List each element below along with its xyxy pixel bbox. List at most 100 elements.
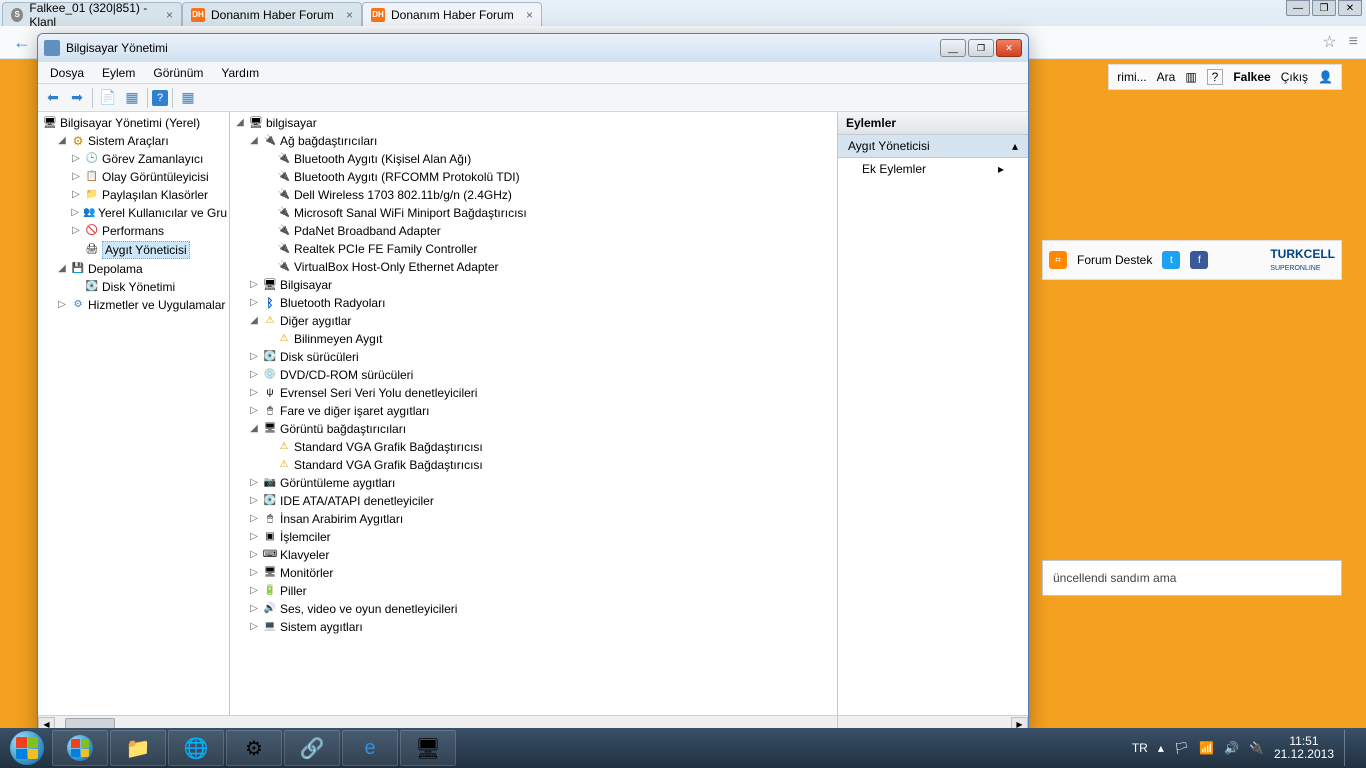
browser-tab-active[interactable]: DH Donanım Haber Forum × (362, 2, 542, 26)
menu-view[interactable]: Görünüm (145, 64, 211, 82)
profile-icon[interactable]: 👤 (1318, 70, 1333, 84)
tree-services[interactable]: ▷Hizmetler ve Uygulamalar (40, 296, 227, 314)
browser-tab[interactable]: S Falkee_01 (320|851) - Klanl × (2, 2, 182, 26)
category-batteries[interactable]: ▷Piller (232, 582, 835, 600)
expand-icon[interactable]: ▷ (248, 493, 260, 509)
mmc-left-tree[interactable]: Bilgisayar Yönetimi (Yerel) ◢Sistem Araç… (38, 112, 230, 732)
expand-icon[interactable]: ▷ (70, 151, 82, 167)
device-item[interactable]: VirtualBox Host-Only Ethernet Adapter (232, 258, 835, 276)
power-icon[interactable]: 🔌 (1249, 741, 1264, 755)
tree-storage[interactable]: ◢Depolama (40, 260, 227, 278)
menu-help[interactable]: Yardım (213, 64, 267, 82)
logout-link[interactable]: Çıkış (1281, 70, 1308, 84)
back-button[interactable]: ← (8, 28, 36, 56)
network-icon[interactable]: 📶 (1199, 741, 1214, 755)
category-bluetooth[interactable]: ▷Bluetooth Radyoları (232, 294, 835, 312)
twitter-icon[interactable]: t (1162, 251, 1180, 269)
expand-icon[interactable]: ▷ (70, 187, 82, 203)
device-item[interactable]: PdaNet Broadband Adapter (232, 222, 835, 240)
expand-icon[interactable]: ▷ (70, 205, 80, 221)
username[interactable]: Falkee (1233, 70, 1270, 84)
show-desktop-button[interactable] (1344, 730, 1354, 766)
rss-icon[interactable]: ⌗ (1049, 251, 1067, 269)
close-button[interactable]: ✕ (1338, 0, 1362, 16)
category-sound[interactable]: ▷Ses, video ve oyun denetleyicileri (232, 600, 835, 618)
category-usb[interactable]: ▷Evrensel Seri Veri Yolu denetleyicileri (232, 384, 835, 402)
expand-icon[interactable]: ▷ (248, 565, 260, 581)
collapse-icon[interactable]: ◢ (234, 115, 246, 131)
tree-item[interactable]: ▷Yerel Kullanıcılar ve Gru (40, 204, 227, 222)
tree-item[interactable]: ▷Görev Zamanlayıcı (40, 150, 227, 168)
category-monitors[interactable]: ▷Monitörler (232, 564, 835, 582)
category-processors[interactable]: ▷İşlemciler (232, 528, 835, 546)
back-button[interactable]: ⬅ (42, 87, 64, 109)
expand-icon[interactable]: ▷ (248, 583, 260, 599)
minimize-button[interactable]: __ (940, 39, 966, 57)
device-root[interactable]: ◢bilgisayar (232, 114, 835, 132)
collapse-icon[interactable]: ◢ (56, 261, 68, 277)
show-hide-tree-icon[interactable]: ▦ (121, 87, 143, 109)
browser-tab[interactable]: DH Donanım Haber Forum × (182, 2, 362, 26)
expand-icon[interactable]: ▷ (248, 277, 260, 293)
expand-icon[interactable]: ▷ (248, 601, 260, 617)
device-item[interactable]: Standard VGA Grafik Bağdaştırıcısı (232, 456, 835, 474)
taskbar-dell[interactable]: ⚙ (226, 730, 282, 766)
expand-icon[interactable]: ▷ (248, 403, 260, 419)
taskbar-computer-mgmt[interactable]: 🖥 (400, 730, 456, 766)
forum-support-link[interactable]: Forum Destek (1077, 253, 1152, 267)
search-link[interactable]: Ara (1157, 70, 1176, 84)
expand-icon[interactable]: ▷ (70, 223, 82, 239)
device-item[interactable]: Microsoft Sanal WiFi Miniport Bağdaştırı… (232, 204, 835, 222)
collapse-icon[interactable]: ◢ (248, 313, 260, 329)
category-hid[interactable]: ▷İnsan Arabirim Aygıtları (232, 510, 835, 528)
close-button[interactable]: ✕ (996, 39, 1022, 57)
category-imaging[interactable]: ▷Görüntüleme aygıtları (232, 474, 835, 492)
bookmark-icon[interactable]: ☆ (1322, 32, 1336, 52)
facebook-icon[interactable]: f (1190, 251, 1208, 269)
tree-item[interactable]: ▷Paylaşılan Klasörler (40, 186, 227, 204)
mmc-titlebar[interactable]: Bilgisayar Yönetimi __ ❐ ✕ (38, 34, 1028, 62)
taskbar-app[interactable] (52, 730, 108, 766)
tray-chevron-icon[interactable]: ▴ (1158, 741, 1164, 755)
category-system[interactable]: ▷Sistem aygıtları (232, 618, 835, 636)
chevron-up-icon[interactable]: ▴ (1012, 139, 1018, 153)
category-dvd[interactable]: ▷DVD/CD-ROM sürücüleri (232, 366, 835, 384)
tree-item[interactable]: Disk Yönetimi (40, 278, 227, 296)
properties-icon[interactable]: 📄 (97, 87, 119, 109)
device-tree[interactable]: ◢bilgisayar ◢Ağ bağdaştırıcıları Bluetoo… (230, 112, 838, 732)
tree-item[interactable]: ▷Performans (40, 222, 227, 240)
refresh-icon[interactable]: ▦ (177, 87, 199, 109)
expand-icon[interactable]: ▷ (248, 475, 260, 491)
taskbar-chrome[interactable]: 🌐 (168, 730, 224, 766)
device-item[interactable]: Dell Wireless 1703 802.11b/g/n (2.4GHz) (232, 186, 835, 204)
tree-system-tools[interactable]: ◢Sistem Araçları (40, 132, 227, 150)
device-unknown[interactable]: Bilinmeyen Aygıt (232, 330, 835, 348)
tree-root[interactable]: Bilgisayar Yönetimi (Yerel) (40, 114, 227, 132)
tab-close-icon[interactable]: × (526, 8, 533, 22)
menu-action[interactable]: Eylem (94, 64, 143, 82)
taskbar-app[interactable]: 🔗 (284, 730, 340, 766)
expand-icon[interactable]: ▷ (248, 619, 260, 635)
maximize-button[interactable]: ❐ (968, 39, 994, 57)
minimize-button[interactable]: — (1286, 0, 1310, 16)
action-center-icon[interactable]: 🏳 (1174, 741, 1189, 755)
menu-icon[interactable]: ≡ (1349, 33, 1358, 51)
category-computer[interactable]: ▷Bilgisayar (232, 276, 835, 294)
expand-icon[interactable]: ▷ (248, 511, 260, 527)
taskbar-ie[interactable]: e (342, 730, 398, 766)
actions-more[interactable]: Ek Eylemler ▸ (838, 158, 1028, 180)
category-keyboards[interactable]: ▷Klavyeler (232, 546, 835, 564)
actions-context[interactable]: Aygıt Yöneticisi ▴ (838, 135, 1028, 158)
expand-icon[interactable]: ▷ (56, 297, 68, 313)
expand-icon[interactable]: ▷ (70, 169, 82, 185)
language-indicator[interactable]: TR (1132, 741, 1148, 755)
expand-icon[interactable]: ▷ (248, 547, 260, 563)
collapse-icon[interactable]: ◢ (248, 421, 260, 437)
device-item[interactable]: Standard VGA Grafik Bağdaştırıcısı (232, 438, 835, 456)
maximize-button[interactable]: ❐ (1312, 0, 1336, 16)
category-network[interactable]: ◢Ağ bağdaştırıcıları (232, 132, 835, 150)
device-item[interactable]: Realtek PCIe FE Family Controller (232, 240, 835, 258)
category-other[interactable]: ◢Diğer aygıtlar (232, 312, 835, 330)
expand-icon[interactable]: ▷ (248, 367, 260, 383)
tree-device-manager[interactable]: Aygıt Yöneticisi (40, 240, 227, 260)
